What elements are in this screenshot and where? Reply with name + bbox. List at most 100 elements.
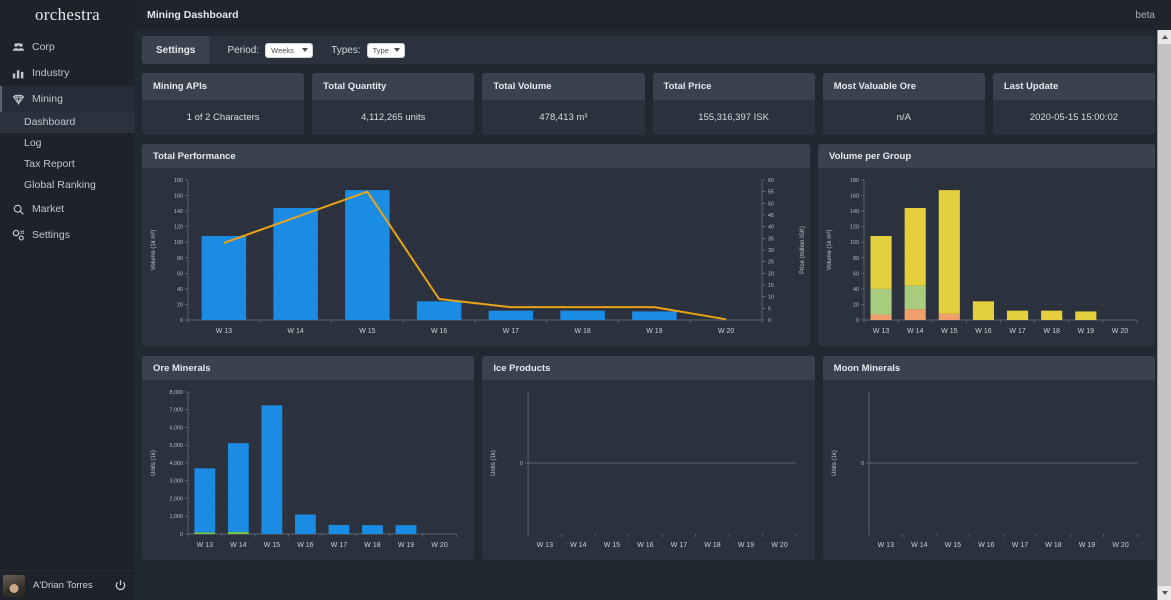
svg-text:0: 0 [768,318,771,324]
stat-value: 2020-05-15 15:00:02 [1029,112,1119,123]
svg-text:W 20: W 20 [1112,542,1128,549]
sidebar-item-mining[interactable]: Mining [0,86,135,112]
svg-text:W 14: W 14 [230,542,246,549]
chart-ice-products[interactable]: 0 Units (1k) W 13 W 14 W 15 W 16 W 17 W 18 W 19 W… [482,380,814,560]
stat-value: 1 of 2 Characters [186,112,260,123]
stat-value: 155,316,397 ISK [698,112,769,123]
sidebar-item-dashboard[interactable]: Dashboard [0,112,135,133]
tab-settings[interactable]: Settings [142,36,210,64]
svg-text:W 16: W 16 [978,542,994,549]
svg-text:W 20: W 20 [431,542,447,549]
svg-text:W 19: W 19 [738,542,754,549]
svg-text:Volume (1k m³): Volume (1k m³) [827,230,833,271]
panel-body: 0 20 40 60 80 100 120 140 160 180 Volume (1k m³) 0 5… [142,168,810,346]
stat-value: 4,112,265 units [361,112,426,123]
sidebar-item-settings[interactable]: Settings [0,222,135,248]
svg-text:0: 0 [861,461,864,467]
svg-text:180: 180 [174,178,183,184]
app-root: orchestra Corp Industry Mining Dashboard… [0,0,1171,600]
svg-text:W 15: W 15 [359,328,375,335]
stat-card-total-volume: Total Volume 478,413 m³ [482,73,645,135]
stat-card-total-quantity: Total Quantity 4,112,265 units [312,73,475,135]
stat-title: Total Quantity [312,73,475,100]
scroll-up-button[interactable] [1158,30,1171,44]
sidebar-item-log[interactable]: Log [0,133,135,154]
svg-text:W 17: W 17 [331,542,347,549]
panel-total-performance: Total Performance 0 20 40 60 80 100 120 140 160 1… [142,144,810,346]
sidebar-item-industry[interactable]: Industry [0,60,135,86]
svg-text:60: 60 [853,271,859,277]
svg-text:120: 120 [850,225,859,231]
svg-text:W 17: W 17 [1009,328,1025,335]
svg-text:40: 40 [853,287,859,293]
svg-text:5,000: 5,000 [170,443,184,449]
user-bar[interactable]: A'Drian Torres [0,570,135,600]
svg-text:W 18: W 18 [1044,328,1060,335]
svg-text:W 13: W 13 [216,328,232,335]
svg-text:W 17: W 17 [671,542,687,549]
svg-text:1,000: 1,000 [170,514,184,520]
sidebar-item-tax-report[interactable]: Tax Report [0,154,135,175]
panel-title: Ore Minerals [142,356,475,380]
gem-icon [12,93,25,106]
svg-text:10: 10 [768,295,774,301]
svg-text:160: 160 [174,194,183,200]
chart-total-performance[interactable]: 0 20 40 60 80 100 120 140 160 180 Volume (1k m³) 0 5… [142,168,810,346]
sliders-icon [12,229,25,242]
svg-text:40: 40 [177,287,183,293]
page-title: Mining Dashboard [147,9,239,21]
sidebar-item-corp[interactable]: Corp [0,34,135,60]
svg-text:W 19: W 19 [398,542,414,549]
svg-text:W 14: W 14 [907,328,923,335]
panel-volume-per-group: Volume per Group 0 20 40 60 80 100 120 140 160 18… [818,144,1155,346]
period-label: Period: [227,44,260,56]
svg-text:25: 25 [768,260,774,266]
chevron-down-icon [302,48,309,52]
users-icon [12,41,25,54]
panel-body: 0 1,000 2,000 3,000 4,000 5,000 6,000 7,000 8,00… [142,380,474,560]
types-label: Types: [331,44,361,56]
svg-text:180: 180 [850,178,859,184]
panel-ice-products: Ice Products 0 Units (1k) W 13 W 14 W 15 W 16… [482,356,815,560]
svg-text:20: 20 [768,271,774,277]
types-select[interactable]: Type [366,42,405,58]
svg-text:W 20: W 20 [772,542,788,549]
chart-moon-minerals[interactable]: 0 Units (1k) W 13 W 14 W 15 W 16 W 17 W 18 W 19 W… [823,380,1155,560]
svg-text:20: 20 [853,302,859,308]
panel-title: Volume per Group [818,144,1155,168]
svg-text:W 16: W 16 [975,328,991,335]
search-icon [12,203,25,216]
period-select[interactable]: Weeks [265,42,314,58]
vertical-scrollbar[interactable] [1157,30,1171,600]
main-area: Mining Dashboard beta Settings Period: W… [135,0,1171,600]
panel-moon-minerals: Moon Minerals 0 Units (1k) W 13 W 14 W 15 W 1… [822,356,1155,560]
svg-text:W 15: W 15 [264,542,280,549]
sidebar-item-global-ranking[interactable]: Global Ranking [0,175,135,196]
stat-card-row: Mining APIs 1 of 2 Characters Total Quan… [142,73,1156,135]
svg-text:100: 100 [174,240,183,246]
sidebar-item-label: Settings [32,229,70,241]
power-icon[interactable] [114,579,127,592]
sidebar-item-market[interactable]: Market [0,196,135,222]
content: Settings Period: Weeks Types: Type Minin… [135,30,1171,560]
stat-card-total-price: Total Price 155,316,397 ISK [652,73,815,135]
svg-text:W 17: W 17 [503,328,519,335]
svg-text:80: 80 [853,256,859,262]
svg-text:W 14: W 14 [570,542,586,549]
svg-text:0: 0 [856,318,859,324]
topbar: Mining Dashboard beta [135,0,1171,30]
svg-text:5: 5 [768,306,771,312]
stat-card-last-update: Last Update 2020-05-15 15:00:02 [992,73,1156,135]
svg-text:20: 20 [177,302,183,308]
types-control: Types: Type [313,36,405,64]
svg-text:60: 60 [768,178,774,184]
svg-text:60: 60 [177,271,183,277]
svg-text:W 20: W 20 [718,328,734,335]
chart-volume-per-group[interactable]: 0 20 40 60 80 100 120 140 160 180 Volume (1k m³) W … [818,168,1155,346]
svg-text:Price (million ISK): Price (million ISK) [800,226,806,274]
period-select-value: Weeks [271,45,294,55]
scroll-down-button[interactable] [1158,586,1171,600]
chart-row-secondary: Ore Minerals 0 1,000 2,000 3,000 4,000 5,000 6… [142,356,1155,560]
chart-ore-minerals[interactable]: 0 1,000 2,000 3,000 4,000 5,000 6,000 7,000 8,00… [142,380,474,560]
chevron-up-icon [1161,35,1168,39]
